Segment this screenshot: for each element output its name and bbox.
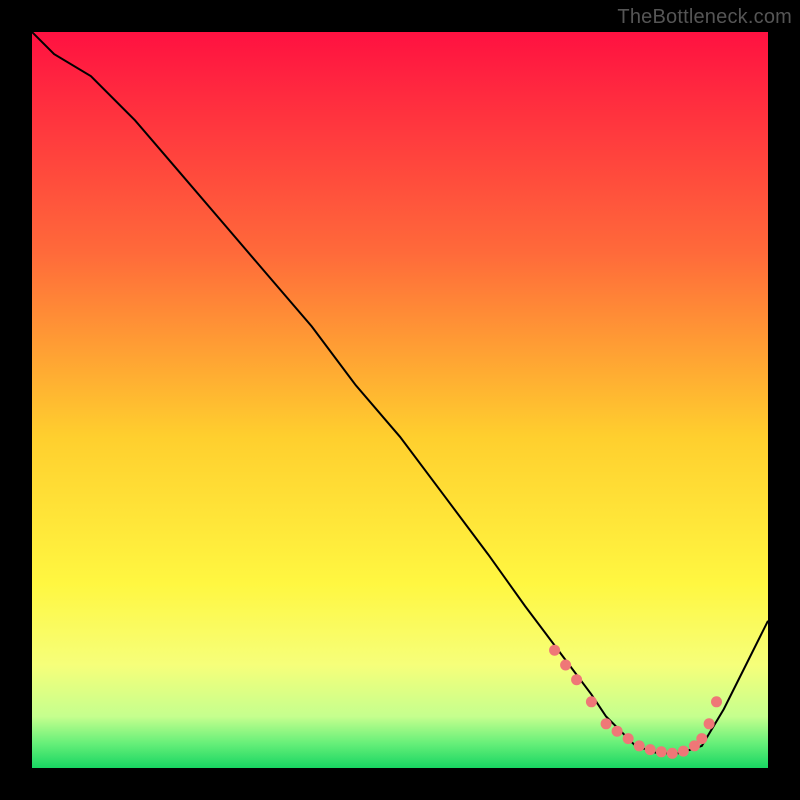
watermark-text: TheBottleneck.com: [617, 6, 792, 29]
marker-dot: [667, 748, 678, 759]
gradient-background: [32, 32, 768, 768]
marker-dot: [601, 718, 612, 729]
marker-dot: [623, 733, 634, 744]
marker-dot: [704, 718, 715, 729]
marker-dot: [612, 726, 623, 737]
marker-dot: [678, 746, 689, 757]
chart-svg: [32, 32, 768, 768]
chart-frame: TheBottleneck.com: [0, 0, 800, 800]
marker-dot: [645, 744, 656, 755]
marker-dot: [571, 674, 582, 685]
marker-dot: [560, 660, 571, 671]
marker-dot: [711, 696, 722, 707]
marker-dot: [586, 696, 597, 707]
marker-dot: [634, 740, 645, 751]
marker-dot: [549, 645, 560, 656]
marker-dot: [696, 733, 707, 744]
plot-area: [32, 32, 768, 768]
marker-dot: [656, 746, 667, 757]
